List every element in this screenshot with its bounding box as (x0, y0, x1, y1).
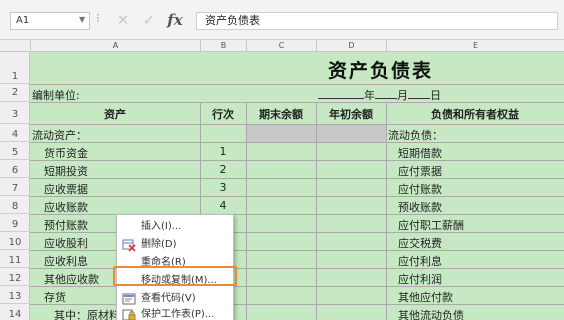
row-border (30, 196, 564, 197)
line-number: 4 (219, 199, 227, 212)
cancel-icon[interactable]: ✕ (110, 9, 136, 31)
view-code-icon (122, 292, 136, 306)
line-number: 3 (219, 181, 227, 194)
formula-bar: A1 ▼ ⁝ ✕ ✓ fx 资产负债表 (0, 0, 564, 40)
liability-item: 应付利息 (398, 255, 442, 268)
row-header[interactable]: 14 (0, 304, 30, 320)
worksheet-grid[interactable]: 资产负债表 编制单位: 年 月 日 资产 行次 期末余额 年初余额 负债和所有者权益… (30, 52, 564, 320)
column-border (386, 102, 387, 320)
row-header[interactable]: 13 (0, 286, 30, 304)
row-border (30, 102, 564, 103)
menu-item-label: 查看代码(V) (141, 293, 196, 304)
row-border (30, 268, 564, 269)
liability-item: 应付票据 (398, 165, 442, 178)
formula-input[interactable]: 资产负债表 (196, 12, 558, 30)
asset-item: 存货 (44, 291, 66, 304)
liability-item: 预收账款 (398, 201, 442, 214)
header-assets: 资产 (104, 108, 126, 121)
row-header-bar: 1 2 3 4 5 6 7 8 9 10 11 12 13 14 (0, 52, 30, 320)
menu-item-label: 插入(I)... (141, 221, 182, 232)
row-border (30, 84, 564, 85)
name-box[interactable]: A1 (10, 12, 90, 30)
month-label: 月 (397, 89, 408, 102)
unit-label: 编制单位: (32, 89, 80, 102)
column-header-c[interactable]: C (246, 40, 316, 52)
column-header-bar: A B C D E (0, 40, 564, 52)
row-border (30, 142, 564, 143)
menu-item-label: 删除(D) (141, 239, 177, 250)
header-begin-balance: 年初余额 (329, 108, 373, 121)
liability-item: 应付账款 (398, 183, 442, 196)
liability-item: 应交税费 (398, 237, 442, 250)
asset-item: 预付账款 (44, 219, 88, 232)
row-border (30, 160, 564, 161)
row-border (30, 214, 564, 215)
year-label: 年 (364, 89, 375, 102)
column-header-a[interactable]: A (30, 40, 200, 52)
liability-item: 应付利润 (398, 273, 442, 286)
row-header[interactable]: 2 (0, 84, 30, 102)
asset-item: 货币资金 (44, 147, 88, 160)
liability-item: 短期借款 (398, 147, 442, 160)
row-border (30, 124, 564, 125)
asset-item: 应收股利 (44, 237, 88, 250)
day-label: 日 (430, 89, 441, 102)
menu-item-label: 保护工作表(P)... (141, 309, 215, 320)
row-header[interactable]: 8 (0, 196, 30, 214)
row-header[interactable]: 4 (0, 124, 30, 142)
liability-item: 应付职工薪酬 (398, 219, 464, 232)
menu-item-insert[interactable]: 插入(I)... (117, 217, 233, 237)
drag-handle-icon[interactable]: ⁝ (96, 11, 100, 25)
liability-item: 其他应付款 (398, 291, 453, 304)
current-assets-label: 流动资产： (32, 129, 87, 142)
row-border (30, 178, 564, 179)
column-border (246, 102, 247, 320)
line-number: 2 (219, 163, 227, 176)
highlight-box (113, 266, 237, 286)
insert-function-icon[interactable]: fx (162, 9, 188, 31)
header-line-no: 行次 (212, 108, 234, 121)
menu-item-protect-sheet[interactable]: 保护工作表(P)... (117, 305, 233, 320)
row-header[interactable]: 9 (0, 214, 30, 232)
row-border (30, 286, 564, 287)
header-liabilities: 负债和所有者权益 (431, 108, 519, 121)
shaded-cell[interactable] (246, 124, 316, 142)
column-header-d[interactable]: D (316, 40, 386, 52)
asset-item: 其他应收款 (44, 273, 99, 286)
asset-item: 应收票据 (44, 183, 88, 196)
row-header[interactable]: 12 (0, 268, 30, 286)
row-header[interactable]: 5 (0, 142, 30, 160)
current-liabilities-label: 流动负债： (388, 129, 443, 142)
sheet-title: 资产负债表 (328, 60, 434, 82)
header-end-balance: 期末余额 (259, 108, 303, 121)
row-header[interactable]: 10 (0, 232, 30, 250)
row-border (30, 250, 564, 251)
column-header-b[interactable]: B (200, 40, 246, 52)
line-number: 1 (219, 145, 227, 158)
asset-item: 其中：原材料 (54, 309, 120, 320)
asset-item: 应收账款 (44, 201, 88, 214)
delete-sheet-icon (122, 238, 136, 252)
column-border (316, 102, 317, 320)
row-header[interactable]: 3 (0, 102, 30, 124)
liability-item: 其他流动负债 (398, 309, 464, 320)
row-header[interactable]: 7 (0, 178, 30, 196)
menu-item-delete[interactable]: 删除(D) (117, 235, 233, 255)
enter-icon[interactable]: ✓ (136, 9, 162, 31)
shaded-cell[interactable] (316, 124, 386, 142)
date-line: 年月日 (318, 87, 441, 103)
asset-item: 短期投资 (44, 165, 88, 178)
protect-sheet-icon (122, 308, 136, 320)
row-header[interactable]: 6 (0, 160, 30, 178)
chevron-down-icon[interactable]: ▼ (79, 15, 85, 24)
row-header[interactable]: 11 (0, 250, 30, 268)
select-all-corner[interactable] (0, 40, 30, 52)
row-header[interactable]: 1 (0, 52, 30, 84)
asset-item: 应收利息 (44, 255, 88, 268)
row-border (30, 232, 564, 233)
column-header-e[interactable]: E (386, 40, 564, 52)
row-border (30, 304, 564, 305)
